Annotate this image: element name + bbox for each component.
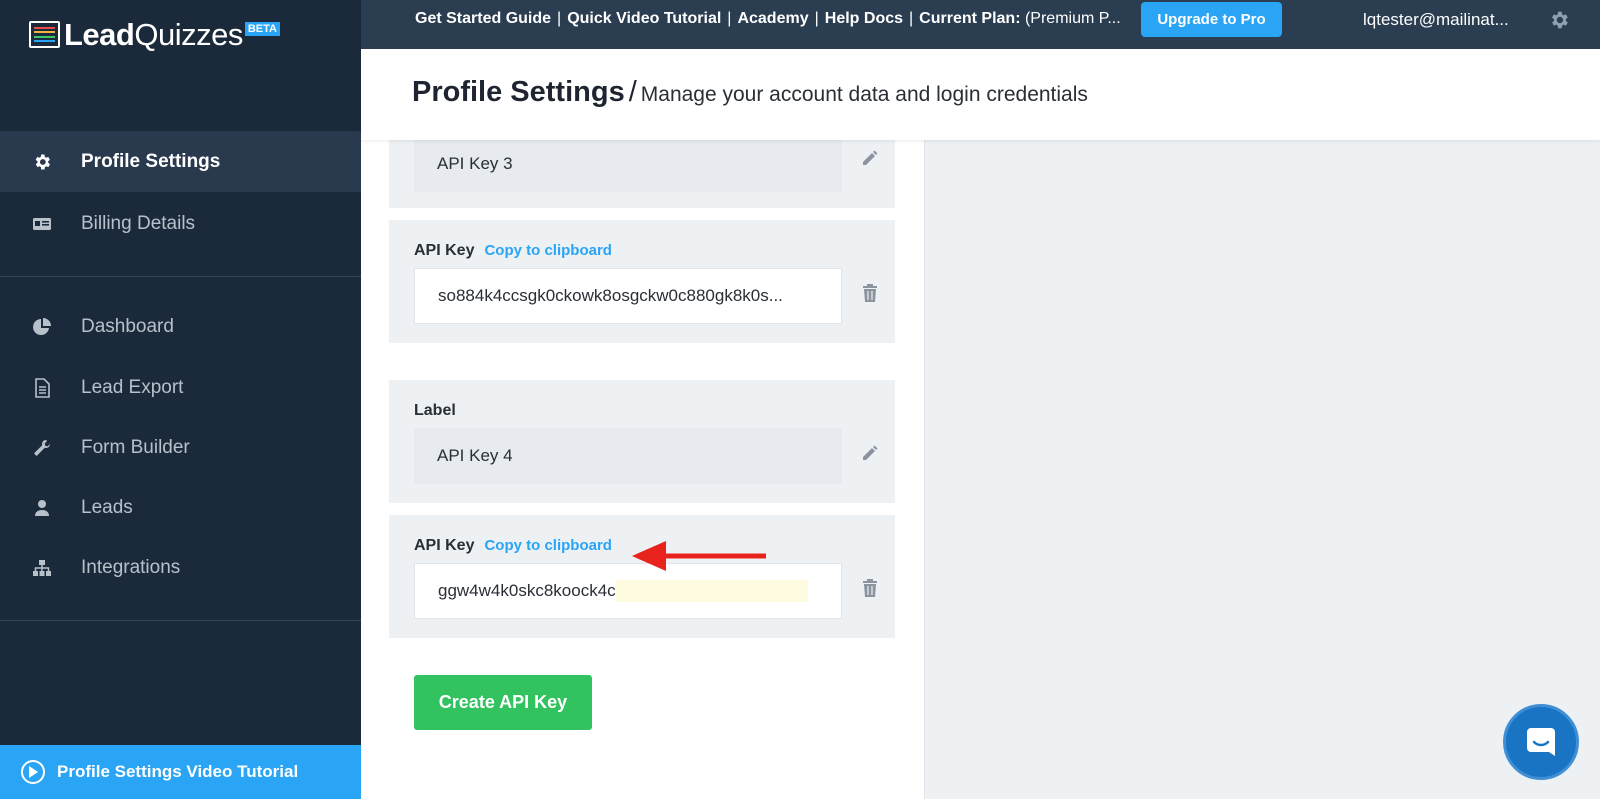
sidebar-item-label: Lead Export	[81, 376, 184, 398]
separator: |	[727, 10, 732, 27]
get-started-link[interactable]: Get Started Guide	[415, 10, 551, 28]
api-key-value: ggw4w4k0skc8koock4c	[438, 581, 616, 600]
user-icon	[31, 497, 53, 519]
sidebar-item-label: Leads	[81, 496, 133, 518]
logo-mark-icon	[29, 21, 60, 48]
gear-icon[interactable]	[1548, 9, 1570, 31]
label-card: API Key 3	[389, 136, 895, 208]
annotation-arrow-icon	[632, 541, 766, 571]
gear-icon	[31, 151, 53, 173]
id-card-icon	[31, 213, 53, 235]
trash-icon[interactable]	[859, 282, 881, 304]
pencil-icon[interactable]	[859, 442, 881, 464]
play-icon	[21, 760, 45, 784]
document-icon	[31, 377, 53, 399]
label-card: Label API Key 4	[389, 380, 895, 503]
api-key-label: API Key Copy to clipboard	[414, 537, 612, 554]
video-tutorial-label: Profile Settings Video Tutorial	[57, 762, 299, 781]
page-title: Profile Settings / Manage your account dat…	[412, 76, 1088, 108]
label-field-label: Label	[414, 402, 456, 419]
create-api-key-button[interactable]: Create API Key	[414, 675, 592, 730]
nav-divider	[0, 620, 361, 621]
current-plan-value[interactable]: (Premium P...	[1025, 10, 1121, 28]
separator: |	[814, 10, 819, 27]
redacted-highlight	[615, 580, 808, 602]
sidebar-item-billing-details[interactable]: Billing Details	[0, 193, 361, 254]
help-docs-link[interactable]: Help Docs	[825, 10, 903, 28]
logo[interactable]: LeadQuizzes BETA	[29, 16, 280, 54]
chat-widget-button[interactable]	[1503, 704, 1579, 780]
chat-icon	[1527, 728, 1555, 756]
top-bar: Get Started Guide | Quick Video Tutorial |…	[361, 0, 1600, 49]
copy-to-clipboard-link[interactable]: Copy to clipboard	[484, 242, 612, 259]
upgrade-to-pro-button[interactable]: Upgrade to Pro	[1141, 2, 1282, 37]
label-input[interactable]: API Key 3	[414, 136, 842, 192]
academy-link[interactable]: Academy	[737, 10, 808, 28]
logo-text: LeadQuizzes	[64, 17, 243, 52]
copy-to-clipboard-link[interactable]: Copy to clipboard	[484, 537, 612, 554]
sidebar-item-profile-settings[interactable]: Profile Settings	[0, 131, 361, 192]
beta-badge: BETA	[244, 22, 280, 36]
trash-icon[interactable]	[859, 577, 881, 599]
sidebar-item-label: Form Builder	[81, 436, 190, 458]
video-tutorial-button[interactable]: Profile Settings Video Tutorial	[0, 745, 361, 799]
api-key-label: API Key Copy to clipboard	[414, 242, 612, 259]
user-email-menu[interactable]: lqtester@mailinat...	[1363, 10, 1509, 30]
pencil-icon[interactable]	[859, 147, 881, 169]
video-tutorial-link[interactable]: Quick Video Tutorial	[567, 10, 721, 28]
api-key-card: API Key Copy to clipboard ggw4w4k0skc8koo…	[389, 515, 895, 638]
wrench-icon	[31, 437, 53, 459]
page-subtitle: Manage your account data and login crede…	[640, 83, 1088, 106]
sidebar-item-integrations[interactable]: Integrations	[0, 537, 361, 598]
api-key-input[interactable]: ggw4w4k0skc8koock4c	[414, 563, 842, 619]
pie-chart-icon	[31, 316, 53, 338]
api-key-card: API Key Copy to clipboard so884k4ccsgk0ck…	[389, 220, 895, 343]
nav-divider	[0, 276, 361, 277]
sidebar: LeadQuizzes BETA Profile Settings Billin…	[0, 0, 361, 799]
sidebar-item-dashboard[interactable]: Dashboard	[0, 296, 361, 357]
separator: |	[557, 10, 562, 27]
sidebar-item-label: Dashboard	[81, 315, 174, 337]
sidebar-item-form-builder[interactable]: Form Builder	[0, 417, 361, 478]
label-input[interactable]: API Key 4	[414, 428, 842, 484]
api-keys-panel: API Key 3 API Key Copy to clipboard so884…	[361, 136, 925, 799]
current-plan-label: Current Plan:	[919, 10, 1021, 27]
sidebar-item-lead-export[interactable]: Lead Export	[0, 357, 361, 418]
sidebar-item-label: Profile Settings	[81, 150, 221, 172]
sitemap-icon	[31, 557, 53, 579]
sidebar-item-label: Billing Details	[81, 212, 196, 234]
top-links: Get Started Guide | Quick Video Tutorial |…	[415, 10, 1121, 28]
page-header: Profile Settings / Manage your account dat…	[361, 49, 1600, 140]
api-key-input[interactable]: so884k4ccsgk0ckowk8osgckw0c880gk8k0s...	[414, 268, 842, 324]
separator: |	[909, 10, 914, 27]
sidebar-item-label: Integrations	[81, 556, 181, 578]
sidebar-item-leads[interactable]: Leads	[0, 477, 361, 538]
